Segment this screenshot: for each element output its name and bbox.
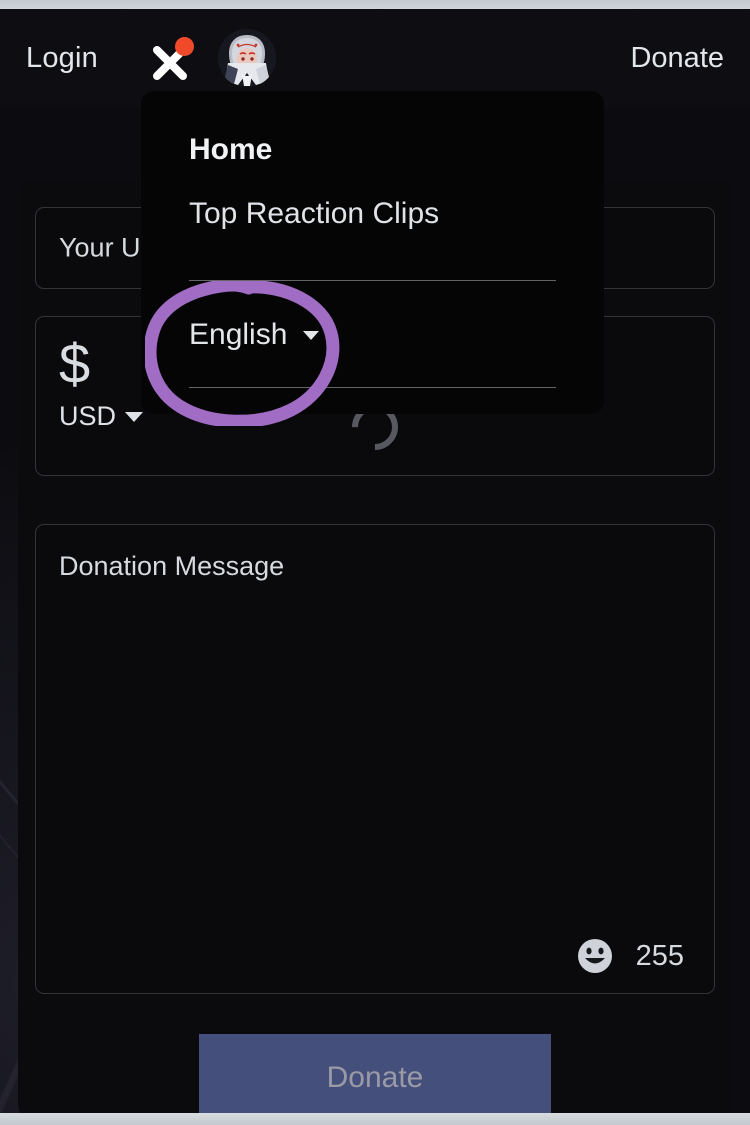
browser-chrome-bottom: [0, 1113, 750, 1125]
dropdown-language-selector[interactable]: English: [189, 318, 320, 352]
donate-submit-button[interactable]: Donate: [199, 1034, 551, 1113]
avatar[interactable]: [217, 29, 276, 87]
currency-code: USD: [59, 401, 117, 431]
smiley-face-icon[interactable]: [576, 937, 614, 975]
dropdown-divider-bottom: [189, 387, 556, 388]
screenshot-root: Login Donate Your $ USD Donation Message…: [0, 0, 750, 1125]
dropdown-item-home[interactable]: Home: [189, 133, 272, 167]
currency-code-row[interactable]: USD: [59, 401, 144, 432]
currency-symbol: $: [59, 332, 91, 395]
chevron-down-icon: [125, 411, 144, 422]
dropdown-divider-top: [189, 280, 556, 281]
page-viewport: Login Donate Your $ USD Donation Message…: [0, 9, 750, 1113]
donate-submit-label: Donate: [326, 1061, 424, 1094]
dropdown-language-label: English: [189, 318, 288, 351]
donate-nav-link[interactable]: Donate: [630, 42, 724, 75]
donation-message-field[interactable]: Donation Message 255: [35, 524, 715, 994]
message-footer: 255: [576, 937, 684, 975]
login-link[interactable]: Login: [26, 42, 98, 75]
chevron-down-icon: [303, 330, 320, 340]
browser-chrome-top: [0, 0, 750, 9]
notification-dot-badge: [174, 37, 194, 56]
user-avatar-anime-icon: [217, 29, 276, 87]
currency-selector[interactable]: $ USD: [59, 332, 144, 432]
close-button[interactable]: [151, 36, 194, 80]
navigation-dropdown-menu: Home Top Reaction Clips English: [141, 91, 604, 414]
dropdown-item-top-reaction-clips[interactable]: Top Reaction Clips: [189, 197, 439, 231]
donation-message-placeholder: Donation Message: [59, 551, 285, 581]
character-counter: 255: [635, 939, 684, 972]
